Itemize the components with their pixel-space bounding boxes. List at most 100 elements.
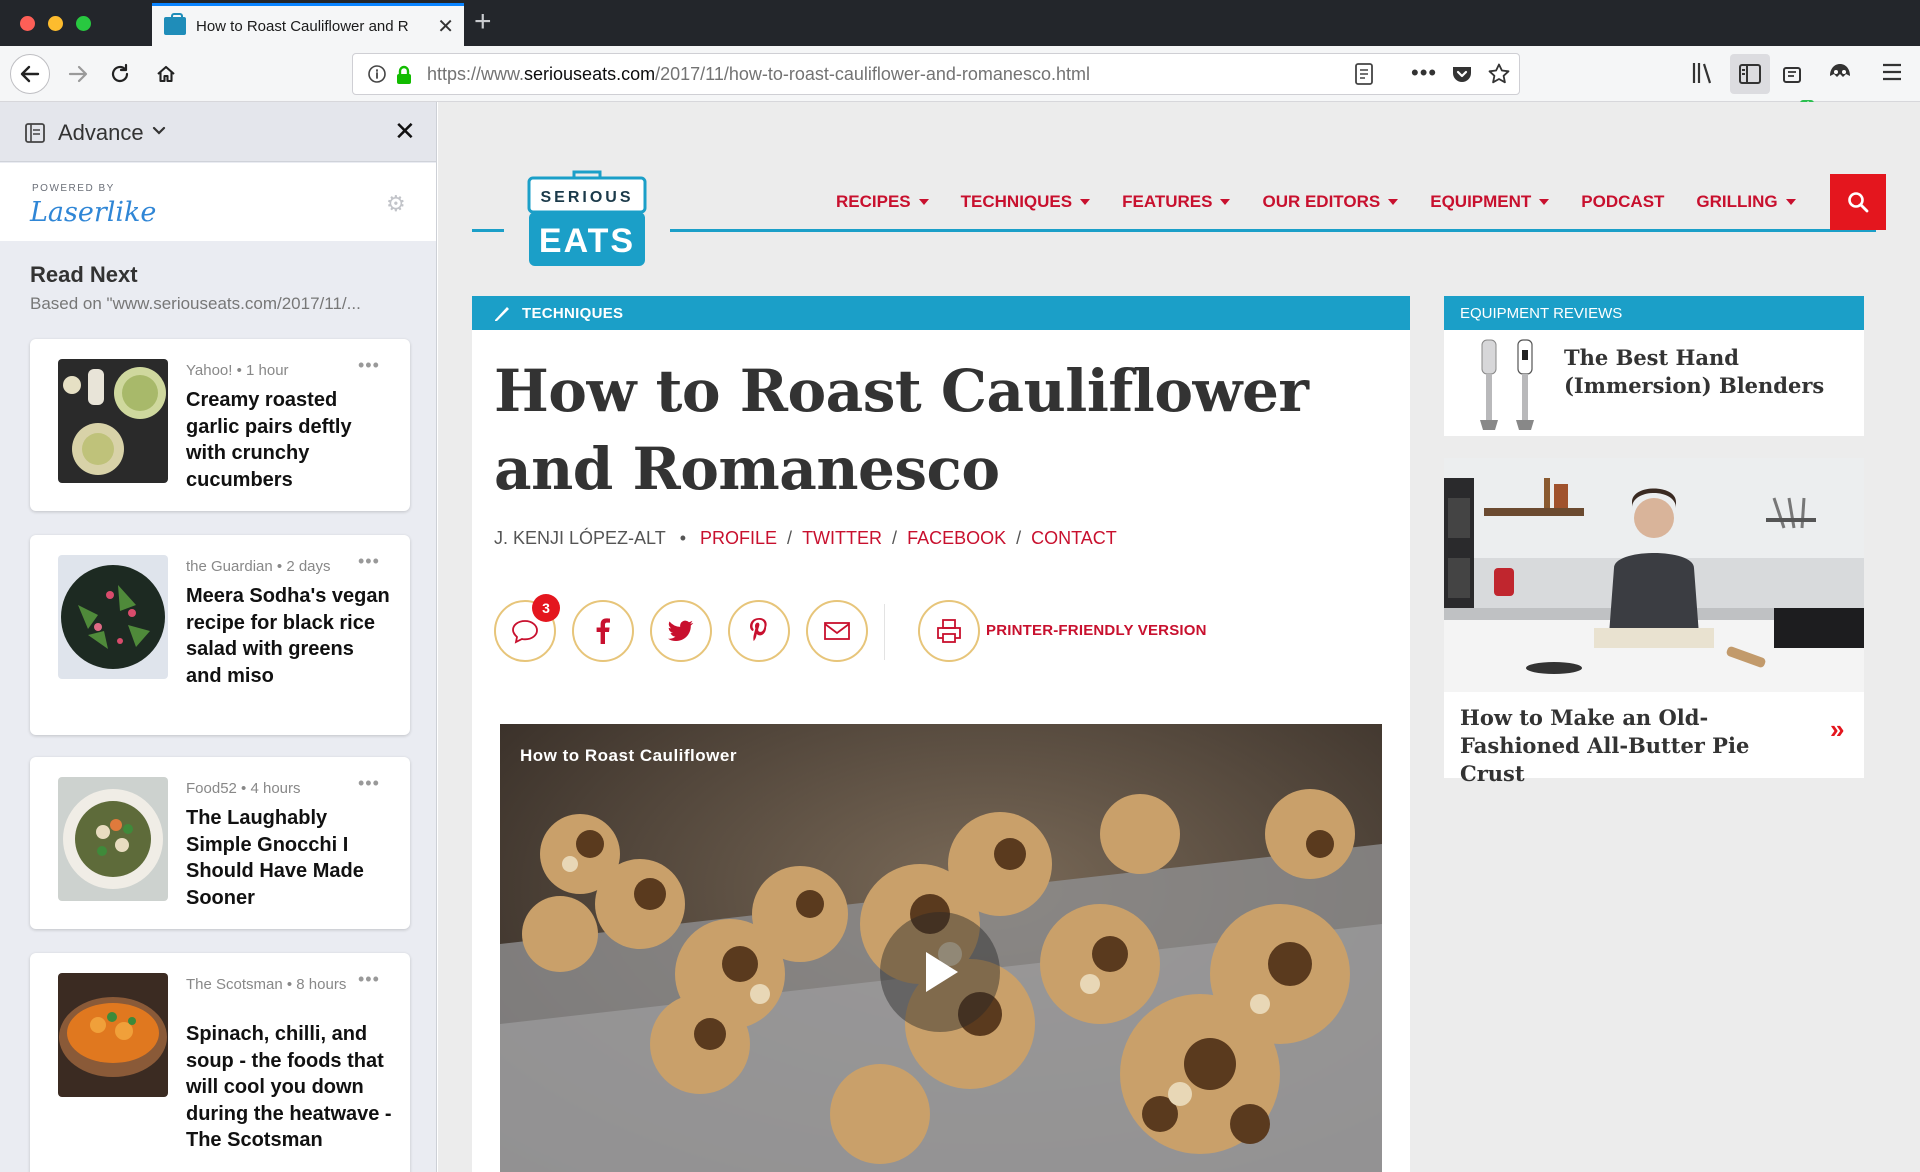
serious-eats-logo[interactable]: SERIOUS EATS	[526, 168, 648, 268]
list-item[interactable]: The Scotsman • 8 hours ••• Spinach, chil…	[30, 953, 410, 1172]
list-item[interactable]: Yahoo! • 1 hour ••• Creamy roasted garli…	[30, 339, 410, 511]
print-button[interactable]	[918, 600, 980, 662]
comments-button[interactable]: 3	[494, 594, 560, 662]
video-player[interactable]: How to Roast Cauliflower	[500, 724, 1382, 1172]
reload-button[interactable]	[100, 54, 140, 94]
card-more-icon[interactable]: •••	[358, 551, 380, 572]
tab-title: How to Roast Cauliflower and R	[196, 17, 409, 35]
list-item[interactable]: Food52 • 4 hours ••• The Laughably Simpl…	[30, 757, 410, 929]
reader-view-icon[interactable]	[1353, 62, 1375, 86]
card-more-icon[interactable]: •••	[358, 355, 380, 376]
home-button[interactable]	[146, 54, 186, 94]
url-prefix: https://www.	[427, 64, 525, 84]
card-thumbnail	[58, 359, 168, 483]
header-rule	[472, 229, 504, 232]
nav-label: TECHNIQUES	[960, 192, 1073, 211]
equipment-reviews-widget[interactable]: EQUIPMENT REVIEWS The Best Hand (Immersi…	[1444, 296, 1864, 436]
article-category: TECHNIQUES	[522, 305, 624, 322]
byline-slash: /	[892, 528, 898, 548]
card-headline[interactable]: The Laughably Simple Gnocchi I Should Ha…	[186, 805, 392, 911]
chevron-down-icon[interactable]	[152, 126, 166, 136]
pocket-icon[interactable]	[1451, 64, 1473, 84]
navigation-toolbar: https://www.seriouseats.com/2017/11/how-…	[0, 46, 1920, 112]
article-category-bar[interactable]: TECHNIQUES	[472, 296, 1410, 330]
extension-icon[interactable]	[1780, 60, 1806, 86]
twitter-link[interactable]: TWITTER	[802, 528, 882, 549]
nav-our-editors[interactable]: OUR EDITORS	[1262, 192, 1399, 212]
card-source: The Scotsman • 8 hours	[186, 976, 347, 993]
card-more-icon[interactable]: •••	[358, 969, 380, 990]
card-headline[interactable]: Creamy roasted garlic pairs deftly with …	[186, 387, 392, 493]
byline: J. KENJI LÓPEZ-ALT • PROFILE / TWITTER /…	[494, 528, 1117, 549]
card-more-icon[interactable]: •••	[358, 773, 380, 794]
share-twitter-button[interactable]	[650, 600, 712, 662]
nav-podcast[interactable]: PODCAST	[1581, 192, 1664, 212]
zoom-window-button[interactable]	[76, 16, 91, 31]
powered-by-label: POWERED BY	[32, 183, 115, 194]
minimize-window-button[interactable]	[48, 16, 63, 31]
settings-gear-icon[interactable]: ⚙	[386, 191, 406, 217]
share-pinterest-button[interactable]	[728, 600, 790, 662]
laserlike-sidebar: Advance ✕ POWERED BY Laserlike ⚙ Read Ne…	[0, 102, 437, 1172]
widget-article-title[interactable]: The Best Hand (Immersion) Blenders	[1564, 344, 1854, 400]
hamburger-menu-icon[interactable]	[1880, 60, 1904, 84]
sidebar-icon	[1739, 64, 1761, 84]
incognito-mask-icon[interactable]	[1826, 60, 1854, 86]
double-chevron-right-icon[interactable]: »	[1830, 714, 1844, 745]
caret-down-icon	[918, 199, 929, 205]
card-headline[interactable]: Meera Sodha's vegan recipe for black ric…	[186, 583, 392, 689]
sidebar-title[interactable]: Advance	[58, 120, 144, 146]
logo-top-text: SERIOUS	[540, 189, 633, 206]
card-headline[interactable]: Spinach, chilli, and soup - the foods th…	[186, 1021, 392, 1154]
read-next-basis: Based on "www.seriouseats.com/2017/11/..…	[30, 294, 361, 313]
share-row: 3 PRINTER-FRIENDLY VERSION	[494, 594, 1394, 666]
share-facebook-button[interactable]	[572, 600, 634, 662]
tab-close-icon[interactable]: ✕	[437, 14, 454, 39]
contact-link[interactable]: CONTACT	[1031, 528, 1117, 549]
card-source: Food52 • 4 hours	[186, 780, 301, 797]
printer-friendly-link[interactable]: PRINTER-FRIENDLY VERSION	[986, 622, 1207, 639]
library-icon[interactable]	[1690, 60, 1716, 86]
page-actions-more-icon[interactable]: •••	[1411, 60, 1437, 86]
new-tab-button[interactable]: +	[474, 5, 492, 39]
facebook-link[interactable]: FACEBOOK	[907, 528, 1006, 549]
card-source: Yahoo! • 1 hour	[186, 362, 289, 379]
article-title: How to Roast Cauliflower and Romanesco	[494, 357, 1309, 503]
caret-down-icon	[1785, 199, 1796, 205]
pie-crust-thumbnail	[1444, 458, 1864, 692]
forward-button[interactable]	[58, 54, 98, 94]
widget-article-title[interactable]: How to Make an Old-Fashioned All-Butter …	[1460, 704, 1820, 788]
nav-label: PODCAST	[1581, 192, 1665, 211]
close-window-button[interactable]	[20, 16, 35, 31]
back-button[interactable]	[10, 54, 50, 94]
nav-equipment[interactable]: EQUIPMENT	[1430, 192, 1550, 212]
profile-link[interactable]: PROFILE	[700, 528, 777, 549]
card-thumbnail	[58, 777, 168, 901]
featured-video-widget[interactable]: How to Make an Old-Fashioned All-Butter …	[1444, 458, 1864, 786]
caret-down-icon	[1539, 199, 1550, 205]
logo-bottom-text: EATS	[539, 222, 635, 260]
nav-features[interactable]: FEATURES	[1122, 192, 1231, 212]
site-search-button[interactable]	[1830, 174, 1886, 230]
nav-recipes[interactable]: RECIPES	[836, 192, 929, 212]
url-path: /2017/11/how-to-roast-cauliflower-and-ro…	[655, 64, 1090, 84]
sidebar-close-icon[interactable]: ✕	[394, 116, 416, 147]
active-tab[interactable]: How to Roast Cauliflower and R ✕	[152, 3, 464, 46]
sidebar-toggle-button[interactable]	[1730, 54, 1770, 94]
email-icon	[824, 622, 850, 640]
nav-grilling[interactable]: GRILLING	[1696, 192, 1796, 212]
nav-label: GRILLING	[1696, 192, 1778, 211]
url-bar[interactable]: https://www.seriouseats.com/2017/11/how-…	[352, 53, 1520, 95]
share-email-button[interactable]	[806, 600, 868, 662]
play-button[interactable]	[880, 912, 1000, 1032]
bookmark-star-icon[interactable]	[1487, 62, 1511, 86]
header-rule	[670, 229, 1876, 232]
nav-techniques[interactable]: TECHNIQUES	[960, 192, 1091, 212]
site-info-icon[interactable]	[367, 64, 387, 84]
sidebar-switcher-icon[interactable]	[24, 122, 46, 144]
list-item[interactable]: the Guardian • 2 days ••• Meera Sodha's …	[30, 535, 410, 735]
back-arrow-icon	[20, 65, 40, 83]
widget-header: EQUIPMENT REVIEWS	[1444, 296, 1864, 330]
laserlike-logo: Laserlike	[30, 197, 157, 228]
url-text[interactable]: https://www.seriouseats.com/2017/11/how-…	[427, 64, 1090, 85]
